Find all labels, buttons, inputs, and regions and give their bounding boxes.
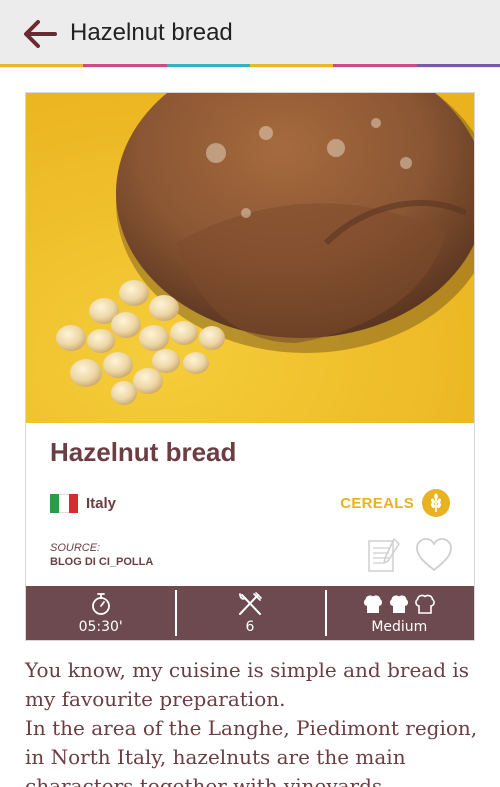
arrow-left-icon [24, 20, 57, 48]
chef-hat-icon [364, 595, 383, 613]
page-title: Hazelnut bread [70, 19, 233, 46]
source-label: SOURCE: [50, 542, 101, 554]
recipe-stats: 05:30' 6 Medium [26, 586, 474, 640]
source-link[interactable]: BLOG DI CI_POLLA [50, 556, 153, 568]
italy-flag-icon [50, 493, 78, 513]
back-button[interactable] [22, 16, 58, 52]
app-bar: Hazelnut bread [0, 0, 500, 68]
heart-icon [416, 538, 452, 572]
wheat-icon [422, 489, 450, 517]
time-value: 05:30' [78, 618, 123, 635]
accent-stripe [0, 64, 500, 67]
recipe-category[interactable]: CEREALS [340, 489, 450, 517]
stat-servings: 6 [175, 586, 324, 640]
fork-knife-icon [238, 591, 262, 615]
recipe-title: Hazelnut bread [50, 437, 237, 467]
stat-difficulty: Medium [324, 586, 474, 640]
country-name: Italy [86, 494, 117, 512]
category-label: CEREALS [340, 494, 414, 512]
recipe-photo [26, 93, 474, 423]
stat-time: 05:30' [26, 586, 175, 640]
chef-hat-icon [390, 595, 409, 613]
recipe-country: Italy [50, 493, 116, 513]
recipe-description: You know, my cuisine is simple and bread… [25, 658, 478, 787]
favorite-button[interactable] [414, 535, 454, 575]
servings-value: 6 [245, 618, 255, 635]
difficulty-value: Medium [371, 618, 428, 635]
notepad-pencil-icon [368, 538, 400, 572]
chef-hat-outline-icon [415, 594, 436, 614]
recipe-card[interactable]: Hazelnut bread Italy CEREALS SOURCE: BLO… [25, 92, 475, 641]
difficulty-hats [362, 592, 436, 616]
stopwatch-icon [91, 592, 110, 615]
notes-button[interactable] [364, 535, 404, 575]
